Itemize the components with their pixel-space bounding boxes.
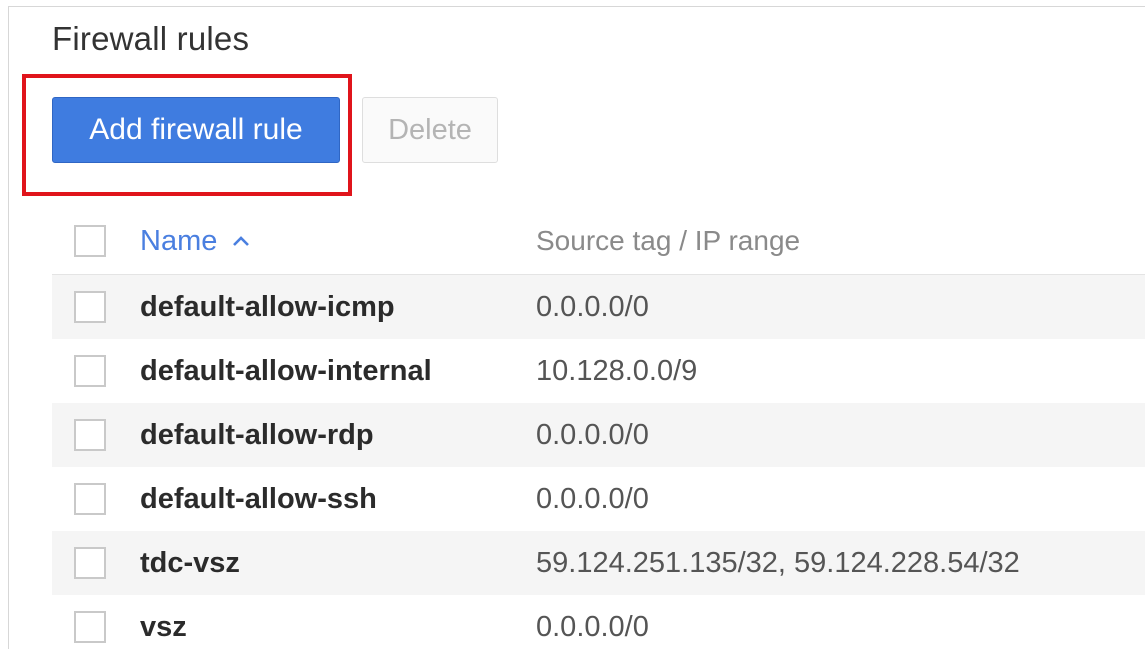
rule-source: 0.0.0.0/0 (536, 418, 649, 451)
rule-source: 0.0.0.0/0 (536, 290, 649, 323)
firewall-rules-table: Name Source tag / IP range default-allow… (52, 208, 1145, 659)
table-row[interactable]: default-allow-icmp 0.0.0.0/0 (52, 275, 1145, 339)
table-header-row: Name Source tag / IP range (52, 208, 1145, 275)
table-row[interactable]: default-allow-ssh 0.0.0.0/0 (52, 467, 1145, 531)
table-row[interactable]: tdc-vsz 59.124.251.135/32, 59.124.228.54… (52, 531, 1145, 595)
table-row[interactable]: vsz 0.0.0.0/0 (52, 595, 1145, 659)
row-checkbox[interactable] (74, 419, 106, 451)
column-header-source[interactable]: Source tag / IP range (536, 225, 800, 257)
table-row[interactable]: default-allow-internal 10.128.0.0/9 (52, 339, 1145, 403)
rule-source: 59.124.251.135/32, 59.124.228.54/32 (536, 546, 1020, 579)
rule-name[interactable]: default-allow-ssh (140, 483, 377, 516)
select-all-checkbox[interactable] (74, 225, 106, 257)
delete-button[interactable]: Delete (362, 97, 498, 163)
row-checkbox[interactable] (74, 483, 106, 515)
rule-source: 10.128.0.0/9 (536, 354, 698, 387)
row-checkbox[interactable] (74, 355, 106, 387)
row-checkbox[interactable] (74, 547, 106, 579)
row-checkbox[interactable] (74, 611, 106, 643)
page-title: Firewall rules (52, 20, 250, 57)
rule-name[interactable]: default-allow-rdp (140, 419, 374, 452)
rule-source: 0.0.0.0/0 (536, 482, 649, 515)
rule-source: 0.0.0.0/0 (536, 610, 649, 643)
column-header-name[interactable]: Name (140, 225, 251, 258)
chevron-up-icon (233, 236, 250, 246)
add-firewall-rule-button[interactable]: Add firewall rule (52, 97, 340, 163)
table-row[interactable]: default-allow-rdp 0.0.0.0/0 (52, 403, 1145, 467)
rule-name[interactable]: vsz (140, 611, 187, 644)
rule-name[interactable]: default-allow-internal (140, 355, 432, 388)
rule-name[interactable]: default-allow-icmp (140, 291, 395, 324)
column-header-name-label: Name (140, 224, 218, 257)
rule-name[interactable]: tdc-vsz (140, 547, 240, 580)
row-checkbox[interactable] (74, 291, 106, 323)
